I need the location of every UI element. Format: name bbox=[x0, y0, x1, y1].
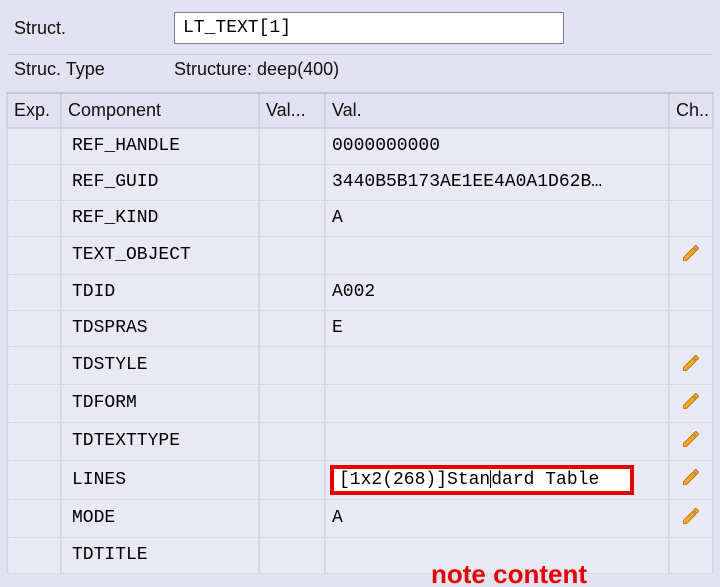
table-row[interactable]: REF_KIND A bbox=[7, 200, 713, 236]
table-row[interactable]: TDFORM bbox=[7, 384, 713, 422]
struc-type-label: Struc. Type bbox=[14, 59, 174, 80]
col-component[interactable]: Component bbox=[61, 94, 259, 128]
change-cell bbox=[669, 310, 713, 346]
exp-cell bbox=[7, 236, 61, 274]
component-cell: REF_GUID bbox=[61, 164, 259, 200]
pencil-icon[interactable] bbox=[681, 429, 701, 449]
change-cell[interactable] bbox=[669, 422, 713, 460]
table-row[interactable]: TDSPRAS E bbox=[7, 310, 713, 346]
value-text-left: [1x2(268)]Stan bbox=[339, 470, 490, 490]
table-row[interactable]: TEXT_OBJECT bbox=[7, 236, 713, 274]
pencil-icon[interactable] bbox=[681, 506, 701, 526]
value-text-right: dard Table bbox=[491, 470, 599, 490]
change-cell[interactable] bbox=[669, 384, 713, 422]
change-cell bbox=[669, 164, 713, 200]
val1-cell bbox=[259, 346, 325, 384]
pencil-icon[interactable] bbox=[681, 353, 701, 373]
val2-cell bbox=[325, 422, 669, 460]
val2-cell: 3440B5B173AE1EE4A0A1D62B… bbox=[325, 164, 669, 200]
value-edit-field[interactable]: [1x2(268)]Standard Table bbox=[332, 467, 632, 493]
col-ch[interactable]: Ch.. bbox=[669, 94, 713, 128]
exp-cell bbox=[7, 274, 61, 310]
component-cell: MODE bbox=[61, 499, 259, 537]
val2-cell[interactable]: [1x2(268)]Standard Table bbox=[325, 460, 669, 499]
pencil-icon[interactable] bbox=[681, 467, 701, 487]
table-row[interactable]: TDID A002 bbox=[7, 274, 713, 310]
val1-cell bbox=[259, 537, 325, 573]
component-cell: TDSTYLE bbox=[61, 346, 259, 384]
table-row[interactable]: TDTEXTTYPE bbox=[7, 422, 713, 460]
val1-cell bbox=[259, 200, 325, 236]
struct-input[interactable] bbox=[174, 12, 564, 44]
change-cell[interactable] bbox=[669, 499, 713, 537]
val2-cell: E bbox=[325, 310, 669, 346]
component-cell: TEXT_OBJECT bbox=[61, 236, 259, 274]
exp-cell bbox=[7, 499, 61, 537]
structure-table: Exp. Component Val... Val. Ch.. REF_HAND… bbox=[6, 94, 714, 574]
val1-cell bbox=[259, 274, 325, 310]
change-cell bbox=[669, 537, 713, 573]
table-row[interactable]: TDTITLE bbox=[7, 537, 713, 573]
val1-cell bbox=[259, 384, 325, 422]
exp-cell bbox=[7, 384, 61, 422]
exp-cell bbox=[7, 200, 61, 236]
val1-cell bbox=[259, 422, 325, 460]
change-cell[interactable] bbox=[669, 236, 713, 274]
component-cell: REF_HANDLE bbox=[61, 128, 259, 164]
struc-type-value: Structure: deep(400) bbox=[174, 59, 339, 80]
change-cell bbox=[669, 200, 713, 236]
component-cell: TDTEXTTYPE bbox=[61, 422, 259, 460]
annotation-note-content: note content bbox=[431, 559, 587, 587]
col-val2[interactable]: Val. bbox=[325, 94, 669, 128]
table-row[interactable]: REF_HANDLE 0000000000 bbox=[7, 128, 713, 164]
table-header-row: Exp. Component Val... Val. Ch.. bbox=[7, 94, 713, 128]
component-cell: TDTITLE bbox=[61, 537, 259, 573]
exp-cell bbox=[7, 460, 61, 499]
component-cell: LINES bbox=[61, 460, 259, 499]
pencil-icon[interactable] bbox=[681, 243, 701, 263]
val2-cell bbox=[325, 384, 669, 422]
exp-cell bbox=[7, 310, 61, 346]
component-cell: TDSPRAS bbox=[61, 310, 259, 346]
val2-cell bbox=[325, 236, 669, 274]
change-cell bbox=[669, 128, 713, 164]
pencil-icon[interactable] bbox=[681, 391, 701, 411]
col-val1[interactable]: Val... bbox=[259, 94, 325, 128]
change-cell[interactable] bbox=[669, 460, 713, 499]
val1-cell bbox=[259, 310, 325, 346]
exp-cell bbox=[7, 164, 61, 200]
exp-cell bbox=[7, 128, 61, 164]
val1-cell bbox=[259, 236, 325, 274]
val1-cell bbox=[259, 128, 325, 164]
exp-cell bbox=[7, 346, 61, 384]
val1-cell bbox=[259, 499, 325, 537]
val2-cell: A bbox=[325, 200, 669, 236]
val1-cell bbox=[259, 460, 325, 499]
val2-cell: A bbox=[325, 499, 669, 537]
table-row[interactable]: TDSTYLE bbox=[7, 346, 713, 384]
struct-label: Struct. bbox=[14, 18, 174, 39]
exp-cell bbox=[7, 537, 61, 573]
exp-cell bbox=[7, 422, 61, 460]
val1-cell bbox=[259, 164, 325, 200]
table-row[interactable]: LINES [1x2(268)]Standard Table bbox=[7, 460, 713, 499]
change-cell[interactable] bbox=[669, 346, 713, 384]
component-cell: REF_KIND bbox=[61, 200, 259, 236]
component-cell: TDID bbox=[61, 274, 259, 310]
table-row[interactable]: REF_GUID 3440B5B173AE1EE4A0A1D62B… bbox=[7, 164, 713, 200]
col-exp[interactable]: Exp. bbox=[7, 94, 61, 128]
val2-cell: A002 bbox=[325, 274, 669, 310]
val2-cell: 0000000000 bbox=[325, 128, 669, 164]
table-row[interactable]: MODE A bbox=[7, 499, 713, 537]
component-cell: TDFORM bbox=[61, 384, 259, 422]
change-cell bbox=[669, 274, 713, 310]
val2-cell bbox=[325, 346, 669, 384]
